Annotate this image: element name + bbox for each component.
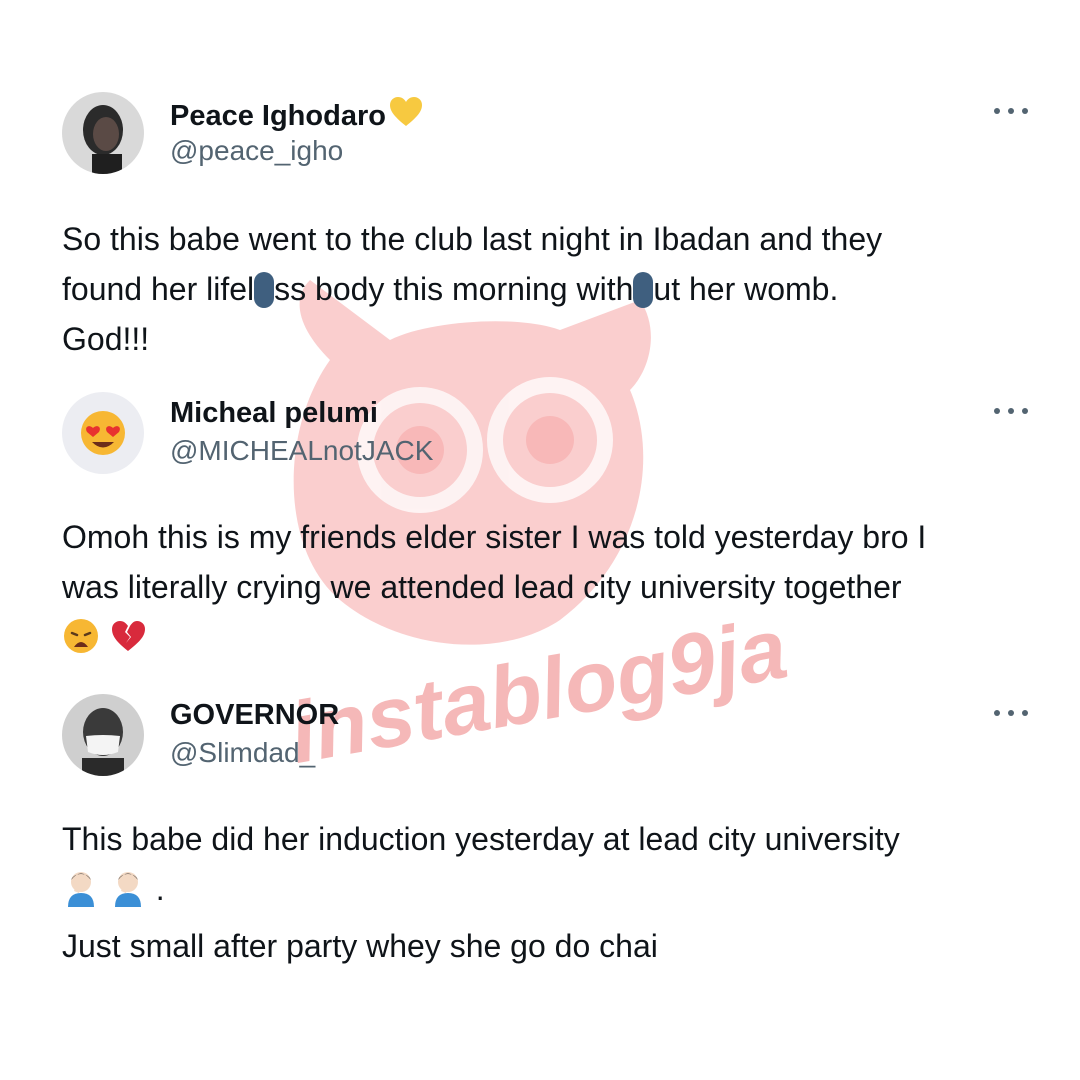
tweet-line: God!!! <box>62 321 150 357</box>
tweet-text-segment: found her lifel <box>62 271 255 307</box>
avatar[interactable] <box>62 392 144 474</box>
redaction-mark <box>254 272 275 308</box>
tweet-line: This babe did her induction yesterday at… <box>62 821 900 857</box>
handle[interactable]: @Slimdad_ <box>170 736 315 770</box>
yellow-heart-icon <box>388 96 424 136</box>
heart-eyes-emoji-icon <box>62 392 144 474</box>
handle[interactable]: @MICHEALnotJACK <box>170 434 433 468</box>
emoji-line <box>62 612 1042 669</box>
redaction-mark <box>633 272 654 308</box>
broken-heart-icon <box>109 617 147 669</box>
tweet-line: Just small after party whey she go do ch… <box>62 928 658 964</box>
more-options-icon[interactable] <box>994 708 1028 718</box>
tweet-line: found her lifel ss body this morning with… <box>62 264 1042 314</box>
avatar[interactable] <box>62 92 144 174</box>
avatar[interactable] <box>62 694 144 776</box>
tweet-line: was literally crying we attended lead ci… <box>62 569 902 605</box>
tweet-text: So this babe went to the club last night… <box>62 214 1042 364</box>
handle[interactable]: @peace_igho <box>170 134 343 168</box>
tweet-text-segment: . <box>155 871 165 907</box>
display-name[interactable]: Micheal pelumi <box>170 396 378 430</box>
tweet-text-segment: ut her womb. <box>653 271 839 307</box>
tweet-line: Omoh this is my friends elder sister I w… <box>62 519 927 555</box>
tweet-text: Omoh this is my friends elder sister I w… <box>62 512 1042 669</box>
display-name[interactable]: GOVERNOR <box>170 698 339 732</box>
tweet-text-segment: ss body this morning with <box>274 271 634 307</box>
more-options-icon[interactable] <box>994 406 1028 416</box>
man-facepalming-icon <box>62 869 100 921</box>
tweet-line: So this babe went to the club last night… <box>62 221 883 257</box>
more-options-icon[interactable] <box>994 106 1028 116</box>
weary-face-icon <box>62 617 100 669</box>
display-name-text: Peace Ighodaro <box>170 100 386 132</box>
man-facepalming-icon <box>109 869 147 921</box>
display-name[interactable]: Peace Ighodaro <box>170 96 424 136</box>
emoji-line: . <box>62 864 1042 921</box>
tweet-text: This babe did her induction yesterday at… <box>62 814 1042 971</box>
